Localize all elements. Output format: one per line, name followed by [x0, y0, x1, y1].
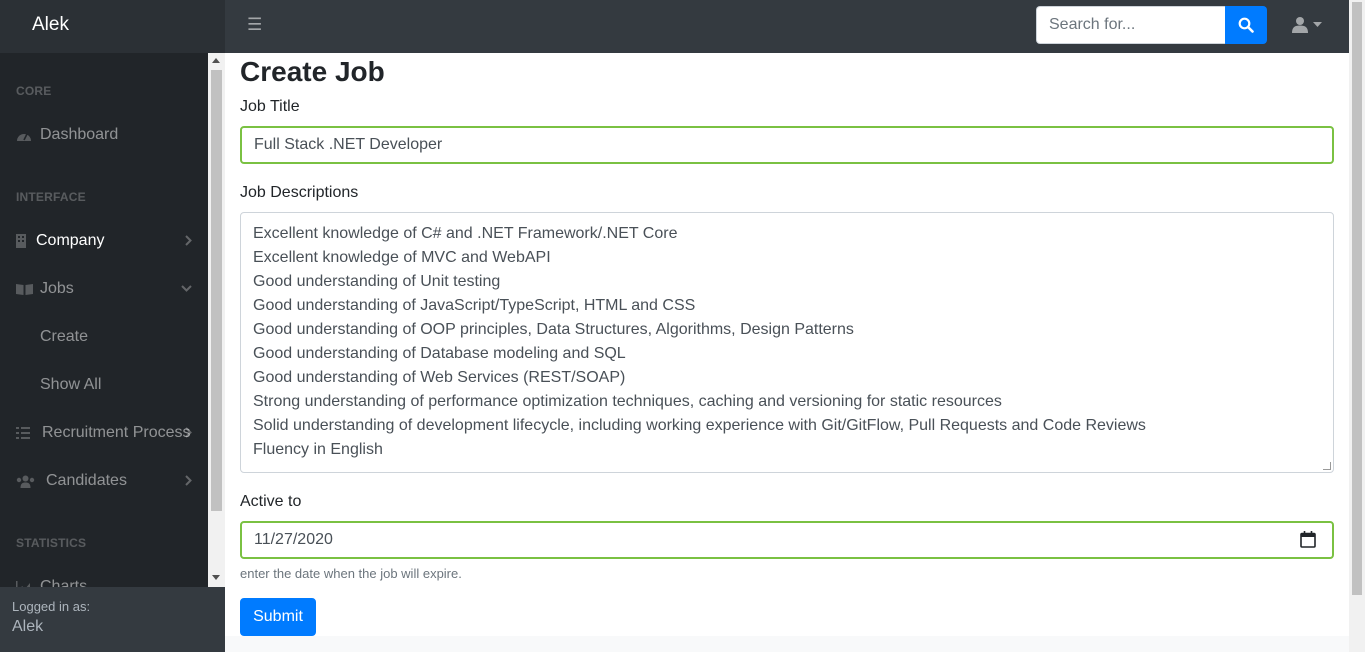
active-to-value: 11/27/2020	[254, 531, 333, 548]
desc-line: Strong understanding of performance opti…	[253, 393, 1002, 410]
chevron-right-icon	[185, 427, 192, 438]
sidebar-item-company[interactable]: Company	[0, 221, 210, 261]
top-navbar: Alek ☰	[0, 0, 1365, 53]
desc-line: Solid understanding of development lifec…	[253, 417, 1146, 434]
search-form	[1036, 6, 1267, 44]
submit-button[interactable]: Submit	[240, 598, 316, 636]
desc-line: Good understanding of JavaScript/TypeScr…	[253, 297, 696, 314]
active-to-label: Active to	[240, 493, 302, 510]
sidebar-heading-core: CORE	[16, 84, 52, 98]
page-title: Create Job	[240, 56, 385, 87]
user-icon	[1292, 17, 1308, 33]
scroll-up-icon[interactable]	[212, 58, 220, 63]
caret-down-icon	[1313, 21, 1322, 27]
page-scrollbar[interactable]	[1349, 0, 1365, 652]
job-title-label: Job Title	[240, 98, 300, 115]
sidebar-item-dashboard[interactable]: Dashboard	[0, 115, 210, 155]
book-open-icon	[16, 283, 36, 295]
sidebar-item-recruitment-process[interactable]: Recruitment Process	[0, 413, 210, 453]
job-descriptions-textarea[interactable]: Excellent knowledge of C# and .NET Frame…	[240, 212, 1334, 473]
active-to-help-text: enter the date when the job will expire.	[240, 566, 462, 581]
sidebar-item-label: Recruitment Process	[42, 424, 191, 441]
sidebar-item-label: Company	[36, 232, 105, 249]
desc-line: Good understanding of Unit testing	[253, 273, 501, 290]
main-content: Create Job Job Title Full Stack .NET Dev…	[225, 53, 1349, 636]
chevron-right-icon	[185, 475, 192, 486]
sidebar-item-label: Jobs	[40, 280, 74, 297]
active-to-date-input[interactable]: 11/27/2020	[240, 521, 1334, 559]
resize-handle-icon[interactable]	[1323, 462, 1331, 470]
search-input[interactable]	[1036, 6, 1225, 44]
calendar-icon[interactable]	[1300, 531, 1316, 548]
sidebar-item-jobs[interactable]: Jobs	[0, 269, 210, 309]
sidebar-subitem-create[interactable]: Create	[40, 328, 88, 346]
desc-line: Excellent knowledge of C# and .NET Frame…	[253, 225, 678, 242]
desc-line: Good understanding of Web Services (REST…	[253, 369, 626, 386]
desc-line: Fluency in English	[253, 441, 383, 458]
sidebar-scrollbar-thumb[interactable]	[211, 70, 222, 511]
chevron-right-icon	[185, 235, 192, 246]
page-scrollbar-thumb[interactable]	[1352, 2, 1362, 595]
chevron-down-icon	[181, 285, 192, 292]
sidebar-heading-statistics: STATISTICS	[16, 536, 87, 550]
search-icon	[1238, 17, 1254, 33]
tasks-icon	[16, 427, 38, 439]
desc-line: Excellent knowledge of MVC and WebAPI	[253, 249, 551, 266]
tachometer-icon	[16, 129, 36, 142]
sidebar-item-label: Dashboard	[40, 126, 119, 143]
desc-line: Good understanding of OOP principles, Da…	[253, 321, 854, 338]
sidebar-heading-interface: INTERFACE	[16, 190, 86, 204]
job-title-value: Full Stack .NET Developer	[254, 136, 443, 153]
sidebar-toggle-icon[interactable]: ☰	[247, 15, 262, 35]
users-icon	[16, 475, 42, 488]
desc-line: Good understanding of Database modeling …	[253, 345, 626, 362]
brand-link[interactable]: Alek	[32, 14, 69, 36]
job-title-input[interactable]: Full Stack .NET Developer	[240, 126, 1334, 164]
building-icon	[16, 234, 32, 248]
sidebar-subitem-show-all[interactable]: Show All	[40, 376, 101, 394]
brand-area: Alek	[0, 0, 225, 53]
sidebar-item-label: Candidates	[46, 472, 127, 489]
sidebar-scrollbar[interactable]	[208, 53, 225, 587]
scroll-down-icon[interactable]	[212, 575, 220, 580]
search-button[interactable]	[1225, 6, 1267, 44]
sidebar: CORE Dashboard INTERFACE Company Jobs Cr…	[0, 53, 225, 652]
footer-strip	[225, 636, 1349, 652]
user-dropdown[interactable]	[1292, 16, 1322, 33]
sidebar-item-candidates[interactable]: Candidates	[0, 461, 210, 501]
job-descriptions-label: Job Descriptions	[240, 184, 359, 201]
logged-in-user: Alek	[12, 618, 44, 635]
sidebar-footer: Logged in as: Alek	[0, 587, 225, 652]
logged-in-label: Logged in as:	[12, 599, 91, 614]
